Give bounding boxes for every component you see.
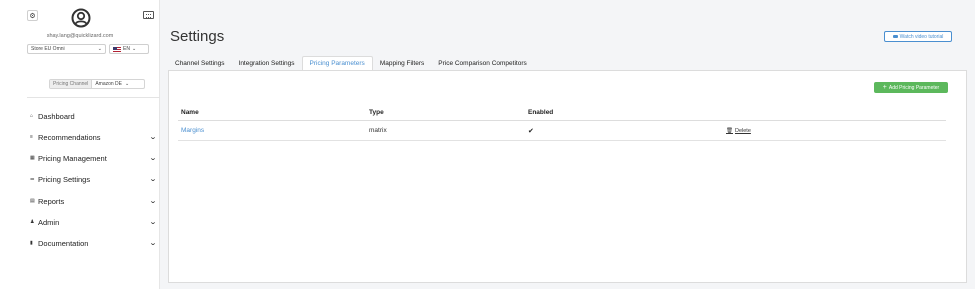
store-select-value: Store EU Omni <box>31 46 65 52</box>
sidebar-divider <box>27 97 160 98</box>
sidebar-item-pricing-settings[interactable]: ⚌ Pricing Settings ⌄ <box>30 173 157 185</box>
sidebar-item-label: Dashboard <box>38 111 75 121</box>
table-cell-type: matrix <box>369 127 387 134</box>
chevron-down-icon: ⌄ <box>97 46 102 52</box>
tab-mapping-filters[interactable]: Mapping Filters <box>373 56 431 71</box>
user-email: shay.lang@quicklizard.com <box>46 33 114 39</box>
pricing-channel-value-text: Amazon DE <box>95 81 122 87</box>
table-row-divider <box>178 140 946 141</box>
us-flag-icon <box>113 46 121 52</box>
sidebar-item-label: Admin <box>38 217 60 227</box>
trash-icon: 🗑 <box>726 128 733 134</box>
watch-tutorial-label: Watch video tutorial <box>899 33 944 40</box>
delete-button[interactable]: 🗑 Delete <box>726 128 751 134</box>
sidebar-item-label: Pricing Management <box>38 153 107 163</box>
chevron-down-icon[interactable]: ⌄ <box>149 197 157 205</box>
watch-tutorial-button[interactable]: Watch video tutorial <box>884 31 952 42</box>
pricing-parameters-panel: + Add Pricing Parameter Name Type Enable… <box>168 70 967 283</box>
sidebar-item-label: Documentation <box>38 238 89 248</box>
column-header-name[interactable]: Name <box>181 109 199 116</box>
table-cell-name-link[interactable]: Margins <box>181 127 204 134</box>
sidebar-item-recommendations[interactable]: ≡ Recommendations ⌄ <box>30 131 157 143</box>
sidebar: ⚙ shay.lang@quicklizard.com Store EU Omn… <box>0 0 160 289</box>
store-select[interactable]: Store EU Omni ⌄ <box>27 44 106 54</box>
sidebar-item-dashboard[interactable]: ⌂ Dashboard <box>30 110 156 122</box>
chevron-down-icon[interactable]: ⌄ <box>149 218 157 226</box>
check-icon: ✔ <box>528 128 534 135</box>
pricing-channel-select[interactable]: Pricing Channel Amazon DE ⌄ <box>49 79 145 89</box>
book-icon: ▮ <box>30 240 33 246</box>
delete-label: Delete <box>734 128 751 134</box>
pricing-channel-value: Amazon DE ⌄ <box>92 80 132 88</box>
chevron-down-icon[interactable]: ⌄ <box>149 239 157 247</box>
chevron-down-icon: ⌄ <box>131 46 137 52</box>
grid-icon: ▦ <box>30 155 35 161</box>
sidebar-item-documentation[interactable]: ▮ Documentation ⌄ <box>30 237 157 249</box>
report-icon: ▤ <box>30 198 35 204</box>
language-select-value: EN <box>123 46 130 52</box>
chevron-down-icon: ⌄ <box>125 81 130 87</box>
column-header-type[interactable]: Type <box>369 109 384 116</box>
main-content: Settings Watch video tutorial Channel Se… <box>161 0 975 289</box>
sidebar-item-reports[interactable]: ▤ Reports ⌄ <box>30 195 157 207</box>
column-header-enabled[interactable]: Enabled <box>528 109 553 116</box>
sidebar-item-label: Recommendations <box>38 132 101 142</box>
sidebar-item-label: Reports <box>38 196 65 206</box>
sidebar-item-admin[interactable]: ♟ Admin ⌄ <box>30 216 157 228</box>
chevron-down-icon[interactable]: ⌄ <box>149 133 157 141</box>
tab-channel-settings[interactable]: Channel Settings <box>168 56 232 71</box>
add-pricing-parameter-label: Add Pricing Parameter <box>888 84 940 91</box>
home-icon: ⌂ <box>30 113 34 119</box>
page-title: Settings <box>170 28 225 45</box>
avatar-icon[interactable] <box>71 8 91 28</box>
gear-icon[interactable]: ⚙ <box>27 10 38 21</box>
list-icon: ≡ <box>30 134 33 140</box>
sidebar-item-label: Pricing Settings <box>38 174 91 184</box>
plus-icon: + <box>882 84 887 91</box>
language-select[interactable]: EN ⌄ <box>109 44 149 54</box>
keyboard-icon[interactable] <box>143 11 154 19</box>
add-pricing-parameter-button[interactable]: + Add Pricing Parameter <box>874 82 948 93</box>
tab-pricing-parameters[interactable]: Pricing Parameters <box>301 56 373 71</box>
sidebar-item-pricing-management[interactable]: ▦ Pricing Management ⌄ <box>30 152 157 164</box>
tab-integration-settings[interactable]: Integration Settings <box>232 56 302 71</box>
video-camera-icon <box>892 34 898 39</box>
chevron-down-icon[interactable]: ⌄ <box>149 154 157 162</box>
tab-price-comparison-competitors[interactable]: Price Comparison Competitors <box>431 56 534 71</box>
settings-tabs: Channel Settings Integration Settings Pr… <box>168 56 534 71</box>
table-header-divider <box>178 120 946 121</box>
pricing-channel-label: Pricing Channel <box>50 80 93 88</box>
user-icon: ♟ <box>30 219 35 225</box>
sliders-icon: ⚌ <box>30 176 35 182</box>
chevron-down-icon[interactable]: ⌄ <box>149 175 157 183</box>
delete-link[interactable]: 🗑 Delete <box>726 128 751 134</box>
